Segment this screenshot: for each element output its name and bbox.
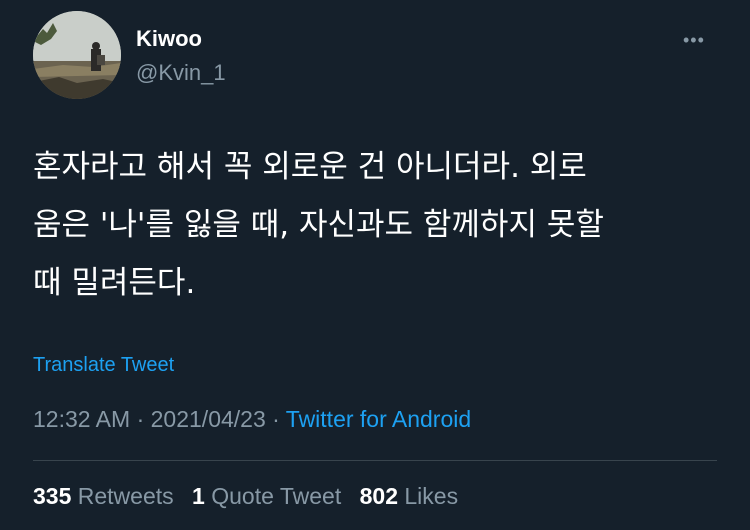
divider bbox=[33, 460, 717, 461]
avatar[interactable] bbox=[33, 11, 121, 99]
tweet-time: 12:32 AM bbox=[33, 406, 131, 432]
meta-separator: · bbox=[130, 406, 151, 432]
likes-label: Likes bbox=[404, 483, 459, 509]
likes-count: 802 bbox=[359, 483, 398, 509]
tweet-metadata: 12:32 AM · 2021/04/23 · Twitter for Andr… bbox=[33, 406, 471, 433]
quote-tweets-stat[interactable]: 1 Quote Tweet bbox=[192, 483, 341, 509]
retweets-count: 335 bbox=[33, 483, 72, 509]
user-handle[interactable]: @Kvin_1 bbox=[136, 60, 226, 86]
quote-tweets-count: 1 bbox=[192, 483, 205, 509]
likes-stat[interactable]: 802 Likes bbox=[360, 483, 458, 509]
tweet-text-line: 혼자라고 해서 꼭 외로운 건 아니더라. 외로 bbox=[33, 149, 587, 185]
tweet-stats: 335 Retweets 1 Quote Tweet 802 Likes bbox=[33, 483, 470, 510]
more-options-icon[interactable]: ••• bbox=[683, 30, 705, 51]
quote-tweets-label: Quote Tweet bbox=[211, 483, 342, 509]
retweets-label: Retweets bbox=[77, 483, 174, 509]
tweet-text-line: 때 밀려든다. bbox=[33, 265, 196, 301]
tweet-source-link[interactable]: Twitter for Android bbox=[286, 406, 471, 432]
profile-photo bbox=[33, 11, 121, 99]
tweet-text: 혼자라고 해서 꼭 외로운 건 아니더라. 외로 움은 '나'를 잃을 때, 자… bbox=[33, 138, 723, 312]
tweet-text-line: 움은 '나'를 잃을 때, 자신과도 함께하지 못할 bbox=[33, 207, 604, 243]
display-name[interactable]: Kiwoo bbox=[136, 26, 202, 52]
translate-tweet-link[interactable]: Translate Tweet bbox=[33, 354, 174, 377]
retweets-stat[interactable]: 335 Retweets bbox=[33, 483, 174, 509]
tweet-date: 2021/04/23 bbox=[150, 406, 266, 432]
meta-separator: · bbox=[265, 406, 286, 432]
